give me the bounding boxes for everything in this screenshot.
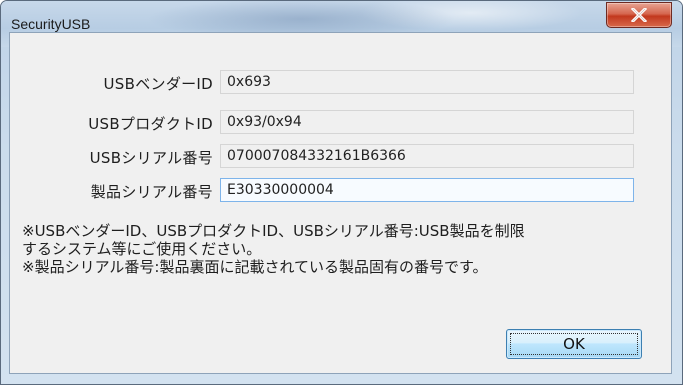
note-usb-ids: ※USBベンダーID、USBプロダクトID、USBシリアル番号:USB製品を制限 — [22, 222, 525, 240]
note-usb-ids-continued: するシステム等にご使用ください。 — [22, 240, 262, 258]
close-icon — [631, 8, 647, 22]
product-serial-label: 製品シリアル番号 — [90, 183, 213, 201]
dialog-content: USBベンダーID USBプロダクトID USBシリアル番号 製品シリアル番号 … — [9, 32, 672, 374]
close-button[interactable] — [606, 2, 672, 28]
ok-button-label: OK — [563, 335, 585, 353]
ok-button[interactable]: OK — [506, 329, 642, 359]
vendor-id-label: USBベンダーID — [103, 75, 213, 93]
vendor-id-row: USBベンダーID — [10, 70, 671, 96]
window-title: SecurityUSB — [11, 16, 91, 32]
product-serial-row: 製品シリアル番号 — [10, 178, 671, 204]
note-product-serial: ※製品シリアル番号:製品裏面に記載されている製品固有の番号です。 — [22, 258, 488, 276]
product-id-label: USBプロダクトID — [88, 115, 213, 133]
usb-serial-label: USBシリアル番号 — [89, 149, 213, 167]
vendor-id-field[interactable] — [220, 70, 634, 94]
product-id-row: USBプロダクトID — [10, 110, 671, 136]
usb-serial-row: USBシリアル番号 — [10, 144, 671, 170]
product-serial-field[interactable] — [220, 178, 634, 202]
dialog-window: SecurityUSB USBベンダーID USBプロダクトID USBシリアル… — [0, 0, 683, 385]
usb-serial-field[interactable] — [220, 144, 634, 168]
product-id-field[interactable] — [220, 110, 634, 134]
